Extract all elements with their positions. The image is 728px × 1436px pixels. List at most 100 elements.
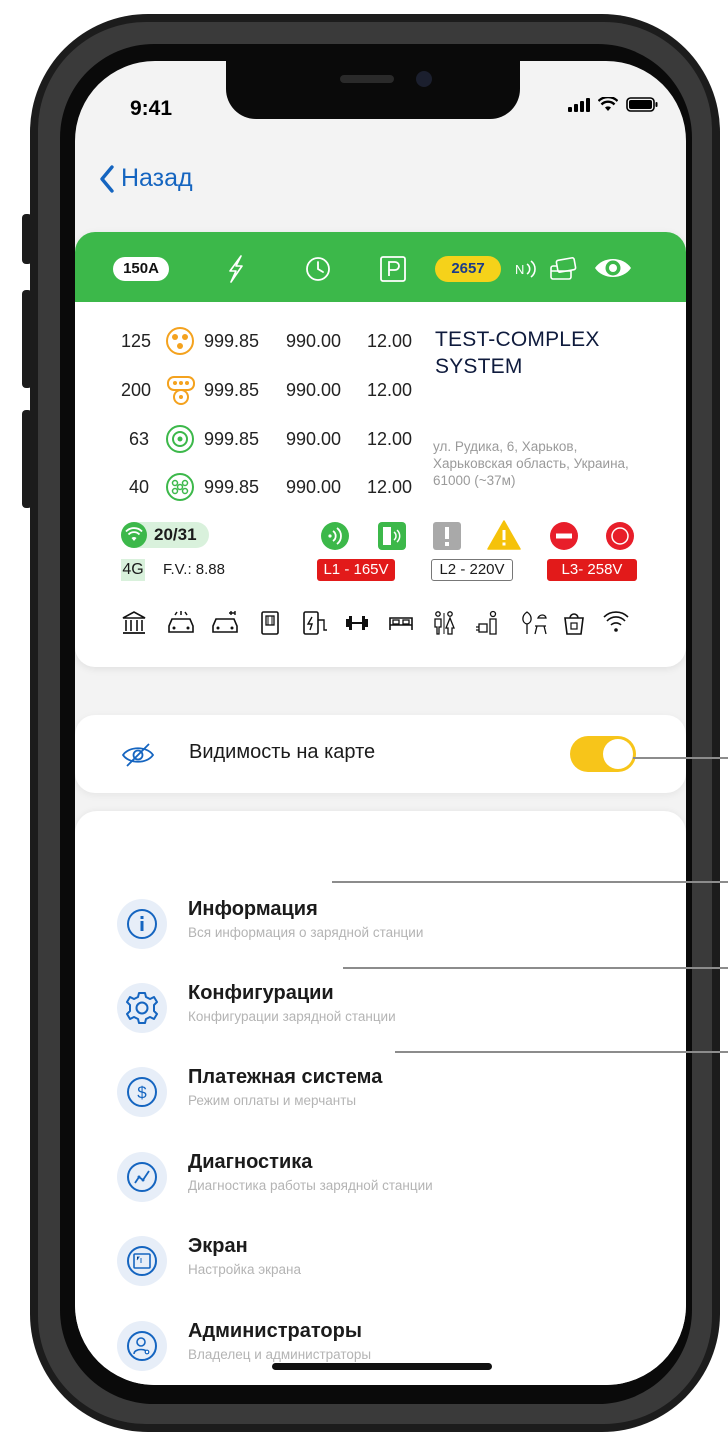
connector-row[interactable]: 40 999.85 990.00 12.00 <box>75 472 435 502</box>
admins-icon <box>127 1331 157 1361</box>
visibility-label: Видимость на карте <box>189 741 376 763</box>
bank-icon <box>122 611 146 634</box>
gear-icon <box>126 992 158 1024</box>
menu-subtitle: Вся информация о зарядной станции <box>188 925 424 940</box>
connector-row[interactable]: 125 999.85 990.00 12.00 <box>75 326 435 356</box>
connector-power: 125 <box>121 330 152 351</box>
menu-title: Экран <box>188 1235 248 1257</box>
connector-value-2: 990.00 <box>286 330 342 351</box>
menu-item-screen[interactable]: Экран Настройка экрана <box>75 1235 686 1306</box>
connector-value-3: 12.00 <box>367 330 413 351</box>
menu-subtitle: Владелец и администраторы <box>188 1347 372 1362</box>
camera <box>416 71 432 87</box>
menu-item-payment[interactable]: $ Платежная система Режим оплаты и мерча… <box>75 1066 686 1137</box>
menu-title: Администраторы <box>188 1320 362 1342</box>
menu-subtitle: Настройка экрана <box>188 1262 301 1277</box>
gym-icon <box>346 616 368 630</box>
connector-value-3: 12.00 <box>367 428 413 449</box>
hotel-icon <box>389 617 413 630</box>
connector-value-2: 990.00 <box>286 428 342 449</box>
ccs-connector-icon <box>166 327 194 355</box>
warning-icon <box>487 520 521 550</box>
contactless-icon: N <box>515 260 536 278</box>
connector-value-3: 12.00 <box>367 476 413 497</box>
car-wash-icon <box>168 611 194 633</box>
screen-icon-wrap <box>117 1236 167 1286</box>
signal-icon <box>568 97 590 112</box>
firmware-version: F.V.: 8.88 <box>163 561 225 578</box>
error-status-icon <box>433 522 461 550</box>
wifi-count-badge: 20/31 <box>121 522 209 548</box>
menu-item-info[interactable]: Информация Вся информация о зарядной ста… <box>75 898 686 969</box>
wifi-count: 20/31 <box>154 525 197 544</box>
shopping-person-icon <box>476 610 497 635</box>
lightning-icon <box>229 255 243 283</box>
toggle-knob <box>603 739 633 769</box>
home-indicator[interactable] <box>272 1363 492 1370</box>
back-label: Назад <box>121 164 193 192</box>
station-address: ул. Рудика, 6, Харьков, Харьковская обла… <box>433 439 629 488</box>
type2-connector-icon <box>166 425 194 453</box>
gear-icon-wrap <box>117 983 167 1033</box>
charging-station-icon <box>303 611 327 635</box>
notch <box>226 61 520 119</box>
connector-row[interactable]: 200 999.85 990.00 12.00 <box>75 375 435 405</box>
ev-car-icon <box>212 611 238 633</box>
wifi-circle-icon <box>121 522 147 548</box>
settings-menu: Информация Вся информация о зарядной ста… <box>75 811 686 1385</box>
menu-item-config[interactable]: Конфигурации Конфигурации зарядной станц… <box>75 982 686 1053</box>
emergency-stop-icon <box>606 522 634 550</box>
menu-item-admins[interactable]: Администраторы Владелец и администраторы <box>75 1320 686 1385</box>
connector-value-2: 990.00 <box>286 379 342 400</box>
station-id-badge: 2657 <box>435 256 501 282</box>
back-button[interactable]: Назад <box>99 164 193 193</box>
menu-title: Информация <box>188 898 318 920</box>
info-icon <box>127 909 157 939</box>
wifi-status-icon <box>598 97 618 111</box>
dollar-icon-wrap: $ <box>117 1067 167 1117</box>
svg-text:$: $ <box>137 1083 147 1102</box>
shopping-bag-icon <box>564 613 584 635</box>
gbt-connector-icon <box>166 473 194 501</box>
picnic-icon <box>522 611 547 635</box>
station-card[interactable]: 150A 2657 N 125 999.85 990.00 12.00 200 … <box>75 232 686 667</box>
phase-l2: L2 - 220V <box>431 559 513 581</box>
mute-switch <box>22 214 32 264</box>
menu-title: Платежная система <box>188 1066 383 1088</box>
admins-icon-wrap <box>117 1321 167 1371</box>
status-time: 9:41 <box>130 97 173 120</box>
connector-row[interactable]: 63 999.85 990.00 12.00 <box>75 424 435 454</box>
stop-icon <box>550 522 578 550</box>
current-badge: 150A <box>113 257 169 281</box>
screen: 9:41 Назад 150A 2657 N 125 999.85 990.00… <box>75 61 686 1385</box>
nfc-status-icon <box>321 522 349 550</box>
menu-item-diagnostics[interactable]: Диагностика Диагностика работы зарядной … <box>75 1151 686 1222</box>
network-badge: 4G <box>121 559 145 581</box>
wifi-amenity-icon <box>603 611 629 632</box>
restroom-icon <box>434 611 455 635</box>
parking-icon <box>380 256 406 282</box>
status-icons <box>568 97 658 112</box>
callout-line <box>633 757 728 759</box>
chart-icon <box>127 1162 157 1192</box>
dollar-icon: $ <box>127 1077 157 1107</box>
screen-icon <box>127 1246 157 1276</box>
menu-subtitle: Конфигурации зарядной станции <box>188 1009 396 1024</box>
multi-connector-icon <box>167 376 195 405</box>
connector-power: 63 <box>129 428 150 449</box>
menu-subtitle: Диагностика работы зарядной станции <box>188 1178 433 1193</box>
connector-power: 200 <box>121 379 152 400</box>
visibility-toggle[interactable] <box>570 736 636 772</box>
chart-icon-wrap <box>117 1152 167 1202</box>
connector-power: 40 <box>129 476 150 497</box>
connector-value-1: 999.85 <box>204 330 260 351</box>
svg-text:N: N <box>515 262 524 277</box>
eye-off-icon <box>121 743 155 767</box>
clock-icon <box>306 257 330 281</box>
connector-value-3: 12.00 <box>367 379 413 400</box>
connector-value-2: 990.00 <box>286 476 342 497</box>
volume-up-button <box>22 290 32 388</box>
station-name: TEST-COMPLEX SYSTEM <box>435 328 600 378</box>
callout-line <box>332 881 728 883</box>
menu-subtitle: Режим оплаты и мерчанты <box>188 1093 357 1108</box>
